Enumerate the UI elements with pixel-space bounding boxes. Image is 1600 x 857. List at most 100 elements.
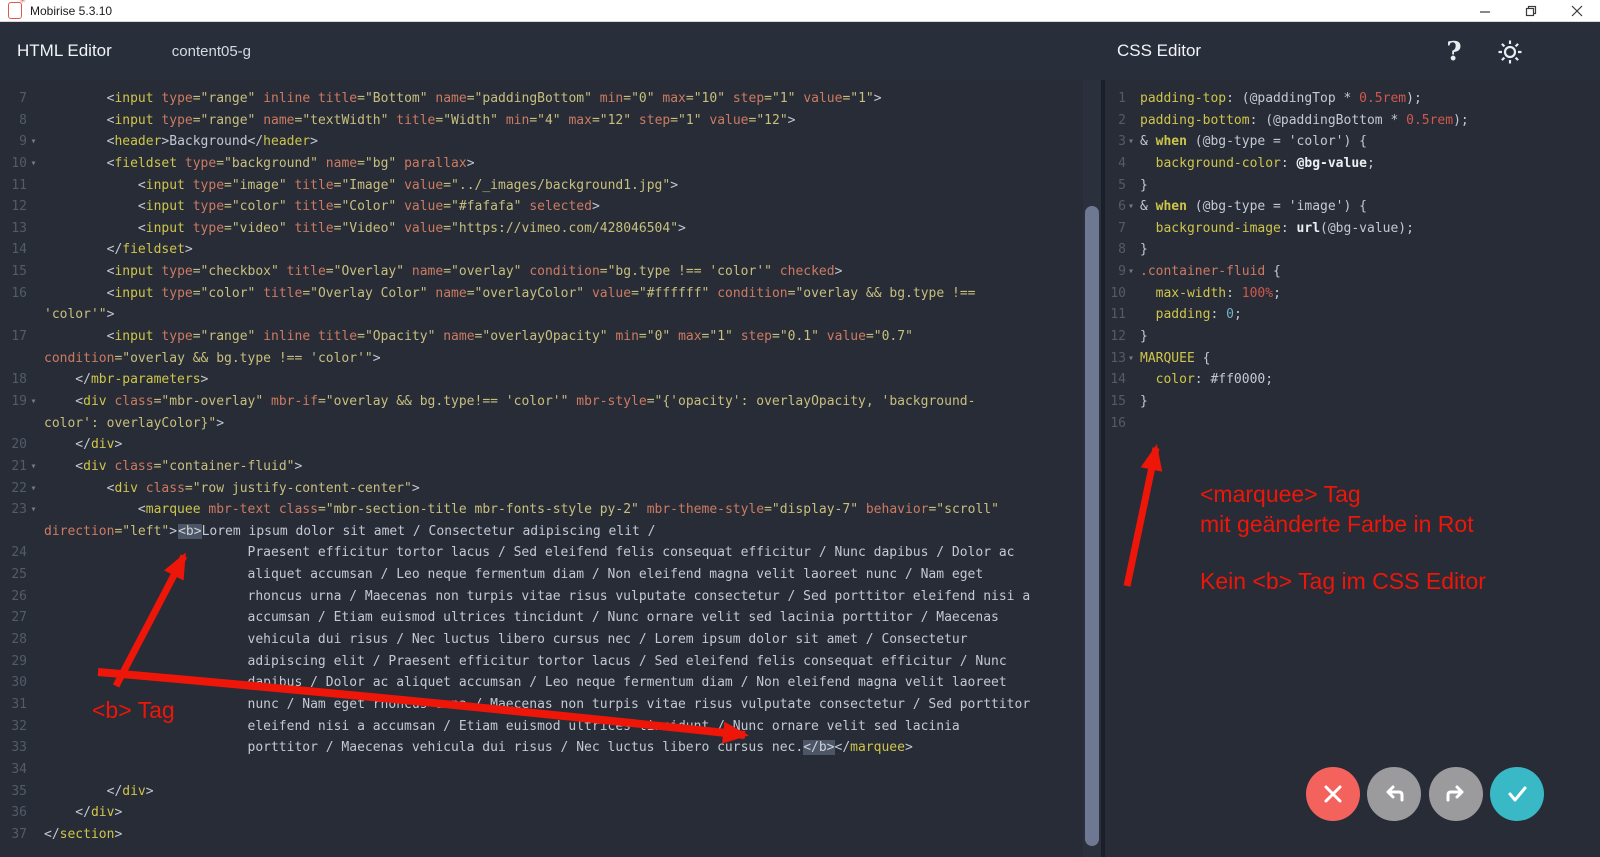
fold-arrow-icon[interactable]: ▾ xyxy=(27,131,40,153)
fold-spacer xyxy=(27,369,40,391)
code-row: 23▾ <marquee mbr-text class="mbr-section… xyxy=(0,499,1083,521)
undo-button[interactable] xyxy=(1367,767,1421,821)
fold-spacer xyxy=(27,586,40,608)
fold-spacer xyxy=(27,434,40,456)
line-number: 1 xyxy=(1105,88,1126,110)
cancel-button[interactable] xyxy=(1306,767,1360,821)
code-row: direction="left"><b>Lorem ipsum dolor si… xyxy=(0,521,1083,543)
code-row: 10 max-width: 100%; xyxy=(1105,283,1600,305)
fold-spacer xyxy=(1126,304,1136,326)
line-number xyxy=(0,348,27,370)
line-number: 21 xyxy=(0,456,27,478)
fold-spacer xyxy=(27,88,40,110)
line-number: 34 xyxy=(0,759,27,781)
fold-spacer xyxy=(27,716,40,738)
code-row: 13▾MARQUEE { xyxy=(1105,348,1600,370)
code-row: color': overlayColor}"> xyxy=(0,413,1083,435)
fold-spacer xyxy=(27,781,40,803)
code-row: 26 rhoncus urna / Maecenas non turpis vi… xyxy=(0,586,1083,608)
line-number: 24 xyxy=(0,542,27,564)
fold-spacer xyxy=(27,737,40,759)
os-titlebar: Mobirise 5.3.10 xyxy=(0,0,1600,22)
fold-spacer xyxy=(27,283,40,305)
code-row: 6▾& when (@bg-type = 'image') { xyxy=(1105,196,1600,218)
tab-label: content05-g xyxy=(172,43,251,60)
line-number: 8 xyxy=(0,110,27,132)
close-icon[interactable] xyxy=(1554,0,1600,21)
fold-arrow-icon[interactable]: ▾ xyxy=(27,153,40,175)
line-number: 20 xyxy=(0,434,27,456)
line-number: 30 xyxy=(0,672,27,694)
line-number: 33 xyxy=(0,737,27,759)
fold-arrow-icon[interactable]: ▾ xyxy=(1126,348,1136,370)
vertical-scrollbar-track[interactable] xyxy=(1083,80,1101,857)
fold-spacer xyxy=(1126,153,1136,175)
fold-spacer xyxy=(1126,175,1136,197)
line-number: 28 xyxy=(0,629,27,651)
code-row: 14 </fieldset> xyxy=(0,239,1083,261)
fold-arrow-icon[interactable]: ▾ xyxy=(1126,196,1136,218)
fold-arrow-icon[interactable]: ▾ xyxy=(27,478,40,500)
fold-spacer xyxy=(1126,326,1136,348)
code-row: 22▾ <div class="row justify-content-cent… xyxy=(0,478,1083,500)
fold-spacer xyxy=(27,629,40,651)
code-row: 30 dapibus / Dolor ac aliquet accumsan /… xyxy=(0,672,1083,694)
line-number: 37 xyxy=(0,824,27,846)
line-number: 2 xyxy=(1105,110,1126,132)
vertical-scrollbar-thumb[interactable] xyxy=(1085,206,1099,846)
code-row: 21▾ <div class="container-fluid"> xyxy=(0,456,1083,478)
line-number: 16 xyxy=(0,283,27,305)
help-icon[interactable]: ? xyxy=(1436,34,1472,70)
fold-arrow-icon[interactable]: ▾ xyxy=(27,391,40,413)
line-number: 35 xyxy=(0,781,27,803)
line-number: 17 xyxy=(0,326,27,348)
fold-spacer xyxy=(1126,391,1136,413)
fold-spacer xyxy=(27,694,40,716)
fold-spacer xyxy=(27,175,40,197)
mobirise-app-icon xyxy=(8,2,22,19)
line-number: 12 xyxy=(1105,326,1126,348)
tab-content05-g[interactable]: content05-g xyxy=(170,37,253,66)
fold-spacer xyxy=(27,110,40,132)
line-number: 9 xyxy=(1105,261,1126,283)
line-number: 4 xyxy=(1105,153,1126,175)
fold-arrow-icon[interactable]: ▾ xyxy=(27,456,40,478)
fold-spacer xyxy=(27,326,40,348)
code-row: 29 adipiscing elit / Praesent efficitur … xyxy=(0,651,1083,673)
code-row: 9▾ <header>Background</header> xyxy=(0,131,1083,153)
line-number: 6 xyxy=(1105,196,1126,218)
fold-arrow-icon[interactable]: ▾ xyxy=(1126,131,1136,153)
code-row: 28 vehicula dui risus / Nec luctus liber… xyxy=(0,629,1083,651)
fold-arrow-icon[interactable]: ▾ xyxy=(1126,261,1136,283)
restore-icon[interactable] xyxy=(1508,0,1554,21)
fold-spacer xyxy=(27,802,40,824)
minimize-icon[interactable] xyxy=(1462,0,1508,21)
fold-spacer xyxy=(27,261,40,283)
fold-spacer xyxy=(1126,239,1136,261)
line-number: 14 xyxy=(0,239,27,261)
redo-button[interactable] xyxy=(1429,767,1483,821)
line-number xyxy=(0,413,27,435)
fold-arrow-icon[interactable]: ▾ xyxy=(27,499,40,521)
code-row: 4 background-color: @bg-value; xyxy=(1105,153,1600,175)
code-row: 12 <input type="color" title="Color" val… xyxy=(0,196,1083,218)
code-row: 37</section> xyxy=(0,824,1083,846)
line-number xyxy=(0,304,27,326)
line-number: 31 xyxy=(0,694,27,716)
fold-spacer xyxy=(27,672,40,694)
html-editor-title: HTML Editor xyxy=(17,41,112,61)
code-row: 16 xyxy=(1105,413,1600,435)
css-code-editor[interactable]: 1padding-top: (@paddingTop * 0.5rem);2pa… xyxy=(1105,80,1600,857)
code-row: 11 <input type="image" title="Image" val… xyxy=(0,175,1083,197)
line-number: 16 xyxy=(1105,413,1126,435)
line-number: 15 xyxy=(0,261,27,283)
fold-spacer xyxy=(1126,369,1136,391)
code-row: 3▾& when (@bg-type = 'color') { xyxy=(1105,131,1600,153)
html-code-editor[interactable]: 7 <input type="range" inline title="Bott… xyxy=(0,80,1083,857)
gear-icon[interactable] xyxy=(1492,34,1528,70)
code-row: 1padding-top: (@paddingTop * 0.5rem); xyxy=(1105,88,1600,110)
apply-button[interactable] xyxy=(1490,767,1544,821)
fold-spacer xyxy=(27,824,40,846)
code-row: 19▾ <div class="mbr-overlay" mbr-if="ove… xyxy=(0,391,1083,413)
editor-main: 7 <input type="range" inline title="Bott… xyxy=(0,80,1600,857)
